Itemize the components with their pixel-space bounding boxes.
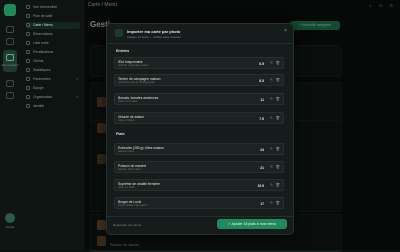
section-title: Plats xyxy=(116,132,125,136)
menu-icon xyxy=(26,23,30,28)
dish-price[interactable]: 7.5 xyxy=(259,117,264,121)
edit-icon[interactable]: ✎ xyxy=(270,147,273,151)
list-item[interactable]: Velouté de saison crème, croûtons 7.5 ✎ … xyxy=(114,112,284,124)
edit-icon[interactable]: ✎ xyxy=(270,78,273,82)
calendar-icon xyxy=(26,32,30,37)
edit-icon[interactable]: ✎ xyxy=(270,116,273,120)
sidebar: Vue d'ensemble Plan de salle Carte / Men… xyxy=(20,0,85,250)
list-item[interactable]: Suprême de volaille fermière purée, jus … xyxy=(114,179,284,191)
dish-name: Entrecôte (250 g), frites maison xyxy=(118,145,164,150)
dish-name: Velouté de saison xyxy=(118,114,145,119)
list-item[interactable]: Terrine de campagne maison cornichons, p… xyxy=(114,74,284,86)
sidebar-item-identity[interactable]: Identité xyxy=(26,103,80,110)
ban-icon xyxy=(26,41,30,46)
help-icon[interactable] xyxy=(6,92,14,99)
sidebar-item-privatisations[interactable]: Privatisations xyxy=(26,49,80,56)
sidebar-item-settings[interactable]: Paramètres ▾ xyxy=(26,76,80,83)
chevron-down-icon: ▾ xyxy=(76,95,78,99)
add-dishes-button[interactable]: ✓ Ajouter 18 plats à mon menu xyxy=(217,219,287,229)
edit-icon[interactable]: ✎ xyxy=(270,97,273,101)
app-logo xyxy=(4,4,16,16)
dish-description: cornichons, pain de campagne grillé xyxy=(118,81,155,84)
sidebar-item-organisation[interactable]: Organisation ▾ xyxy=(26,94,80,101)
dish-price[interactable]: 17 xyxy=(260,202,264,206)
restaurant-icon xyxy=(6,54,14,61)
list-item[interactable]: Burger de Lucie boeuf, cheddar, frites m… xyxy=(114,197,284,209)
dish-name: Suprême de volaille fermière xyxy=(118,181,160,186)
close-icon[interactable]: × xyxy=(284,28,287,34)
floorplan-icon xyxy=(26,14,30,19)
dish-description: purée, jus corsé xyxy=(118,186,135,189)
trash-icon[interactable]: 🗑 xyxy=(275,165,280,169)
settings-icon[interactable] xyxy=(6,80,14,87)
chart-icon xyxy=(26,68,30,73)
sidebar-item-overview[interactable]: Vue d'ensemble xyxy=(26,4,80,11)
rail-account-label: Compte xyxy=(5,226,15,229)
trash-icon[interactable]: 🗑 xyxy=(275,116,280,120)
id-icon xyxy=(26,104,30,109)
sidebar-item-team[interactable]: Équipe xyxy=(26,85,80,92)
sidebar-item-stats[interactable]: Statistiques xyxy=(26,67,80,74)
dish-price[interactable]: 11 xyxy=(260,98,264,102)
dish-description: basilic, huile d'olive xyxy=(118,100,138,103)
list-item[interactable]: Œuf mayonnaise œufs bio, mayonnaise mais… xyxy=(114,57,284,69)
dish-name: Terrine de campagne maison xyxy=(118,76,161,81)
dish-price[interactable]: 21 xyxy=(260,166,264,170)
edit-icon[interactable]: ✎ xyxy=(270,183,273,187)
edit-icon[interactable]: ✎ xyxy=(270,165,273,169)
dish-price[interactable]: 8.5 xyxy=(259,79,264,83)
divider xyxy=(107,216,293,217)
sidebar-item-floorplan[interactable]: Plan de salle xyxy=(26,13,80,20)
dish-name: Œuf mayonnaise xyxy=(118,59,143,64)
list-item[interactable]: Burrata, tomates anciennes basilic, huil… xyxy=(114,93,284,105)
home-icon[interactable] xyxy=(6,26,14,33)
chevron-down-icon: ▾ xyxy=(76,77,78,81)
building-icon xyxy=(26,95,30,100)
trash-icon[interactable]: 🗑 xyxy=(275,78,280,82)
dish-name: Burrata, tomates anciennes xyxy=(118,95,159,100)
edit-icon[interactable]: ✎ xyxy=(270,61,273,65)
dish-price[interactable]: 19.5 xyxy=(257,184,264,188)
import-menu-modal: Importer ma carte par photo Analyse term… xyxy=(106,23,294,235)
dish-price[interactable]: 6.5 xyxy=(259,62,264,66)
divider xyxy=(107,43,293,44)
dish-price[interactable]: 24 xyxy=(260,148,264,152)
trash-icon[interactable]: 🗑 xyxy=(275,183,280,187)
trash-icon[interactable]: 🗑 xyxy=(275,201,280,205)
dish-description: légumes, beurre blanc xyxy=(118,168,141,171)
dish-name: Burger de Lucie xyxy=(118,199,142,204)
avatar[interactable] xyxy=(5,213,15,223)
sidebar-item-menu[interactable]: Carte / Menu xyxy=(26,22,80,29)
sidebar-item-blacklist[interactable]: Liste noire xyxy=(26,40,80,47)
modal-title: Importer ma carte par photo xyxy=(127,29,181,34)
dish-description: sauce au poivre xyxy=(118,150,135,153)
trash-icon[interactable]: 🗑 xyxy=(275,147,280,151)
users-icon xyxy=(26,59,30,64)
dish-description: œufs bio, mayonnaise maison xyxy=(118,64,149,67)
dish-name: Poisson du marché xyxy=(118,163,147,168)
team-icon xyxy=(26,86,30,91)
camera-icon xyxy=(115,29,123,37)
star-icon xyxy=(26,50,30,55)
dish-description: crème, croûtons xyxy=(118,119,135,122)
trash-icon[interactable]: 🗑 xyxy=(275,97,280,101)
list-item[interactable]: Entrecôte (250 g), frites maison sauce a… xyxy=(114,143,284,155)
rail-restaurant-label: Mon restaurant xyxy=(1,64,19,67)
edit-icon[interactable]: ✎ xyxy=(270,201,273,205)
gear-icon xyxy=(26,77,30,82)
modal-subtitle: Analyse terminée — vérifiez avant d'ajou… xyxy=(127,34,181,39)
list-item[interactable]: Poisson du marché légumes, beurre blanc … xyxy=(114,161,284,173)
grid-icon[interactable] xyxy=(6,38,14,45)
trash-icon[interactable]: 🗑 xyxy=(275,61,280,65)
retake-photo-link[interactable]: Reprendre une photo xyxy=(113,223,141,227)
sidebar-item-reservations[interactable]: Réservations xyxy=(26,31,80,38)
dish-description: boeuf, cheddar, frites maison xyxy=(118,204,148,207)
app-rail: Mon restaurant Compte xyxy=(0,0,21,250)
section-title: Entrées xyxy=(116,49,130,53)
sidebar-item-clients[interactable]: Clients xyxy=(26,58,80,65)
dashboard-icon xyxy=(26,5,30,10)
